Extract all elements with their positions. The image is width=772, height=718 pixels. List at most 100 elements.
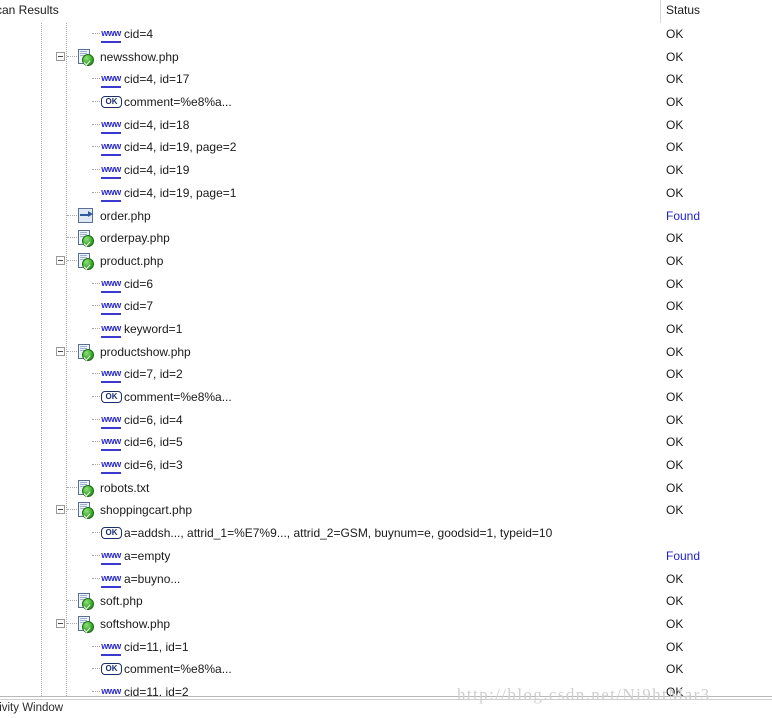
tree-connector xyxy=(92,418,100,421)
tree-connector xyxy=(92,146,100,148)
page-arrow-icon xyxy=(78,207,95,225)
tree-row-status: OK xyxy=(666,276,684,291)
tree-row-label: a=empty xyxy=(124,548,171,563)
tree-row[interactable]: soft.php OK xyxy=(0,590,772,613)
tree-row-label: a=addsh..., attrid_1=%E7%9..., attrid_2=… xyxy=(124,526,553,541)
www-icon: www xyxy=(101,28,121,43)
www-icon: www xyxy=(101,414,121,429)
header-divider-1[interactable] xyxy=(660,0,661,23)
tree-row-status: OK xyxy=(666,480,684,495)
tree-connector xyxy=(92,78,100,80)
column-header-status[interactable]: Status xyxy=(666,3,700,17)
collapse-toggle-icon[interactable] xyxy=(56,505,65,515)
scan-results-tree[interactable]: www cid=4 OK newsshow.php OK www cid=4, id=17 O… xyxy=(0,23,772,696)
tree-row[interactable]: www cid=7 OK xyxy=(0,295,772,318)
tree-connector xyxy=(92,441,100,443)
collapse-toggle-icon[interactable] xyxy=(56,255,65,265)
tree-row[interactable]: www cid=6, id=5 OK xyxy=(0,431,772,454)
tree-row-status: OK xyxy=(666,367,684,382)
www-icon: www xyxy=(101,686,121,696)
tree-row[interactable]: www cid=6, id=4 OK xyxy=(0,409,772,432)
tab-activity-window[interactable]: tivity Window xyxy=(0,702,63,714)
tree-row-label: cid=4, id=18 xyxy=(124,117,190,132)
tree-connector xyxy=(92,396,100,398)
tree-row-status: OK xyxy=(666,684,684,696)
tree-connector xyxy=(67,600,77,602)
collapse-toggle-icon[interactable] xyxy=(56,346,65,356)
www-icon: www xyxy=(101,119,121,134)
activity-window-tabbar: tivity Window xyxy=(0,696,772,718)
tree-row[interactable]: www cid=4, id=17 OK xyxy=(0,68,772,91)
tree-row-status: OK xyxy=(666,390,684,404)
tree-connector xyxy=(92,577,100,580)
tree-row-status: OK xyxy=(666,344,684,359)
tree-row-label: cid=4, id=17 xyxy=(124,72,190,87)
tree-row-status: OK xyxy=(666,49,684,64)
tree-row[interactable]: robots.txt OK xyxy=(0,477,772,500)
tree-connector xyxy=(92,373,100,375)
tree-row-label: softshow.php xyxy=(100,616,171,631)
tree-row-label: order.php xyxy=(100,208,151,223)
tree-row[interactable]: product.php OK xyxy=(0,250,772,273)
page-ok-icon xyxy=(78,502,95,520)
tree-row[interactable]: orderpay.php OK xyxy=(0,227,772,250)
tree-row[interactable]: www cid=7, id=2 OK xyxy=(0,363,772,386)
tree-row[interactable]: www cid=4 OK xyxy=(0,23,772,46)
tree-connector xyxy=(92,123,100,126)
page-ok-icon xyxy=(78,230,95,248)
tree-row[interactable]: productshow.php OK xyxy=(0,341,772,364)
tree-row[interactable]: www a=empty Found xyxy=(0,545,772,568)
tree-connector xyxy=(92,169,100,171)
tree-connector xyxy=(67,350,77,353)
tree-row-status: OK xyxy=(666,571,684,586)
tree-connector xyxy=(92,464,100,466)
collapse-toggle-icon[interactable] xyxy=(56,618,65,628)
tree-row-status: OK xyxy=(666,231,684,246)
tree-connector xyxy=(92,690,100,693)
tree-row[interactable]: OK comment=%e8%a... OK xyxy=(0,386,772,409)
tree-connector xyxy=(67,214,77,217)
tree-row[interactable]: www cid=6 OK xyxy=(0,273,772,296)
tree-connector xyxy=(67,486,77,489)
tree-connector xyxy=(67,259,77,262)
tree-connector xyxy=(67,622,77,625)
www-icon: www xyxy=(101,323,121,338)
tree-row-label: shoppingcart.php xyxy=(100,503,193,518)
tree-connector xyxy=(92,101,100,103)
tree-row-label: cid=6 xyxy=(124,276,154,291)
tree-row[interactable]: www cid=4, id=18 OK xyxy=(0,114,772,137)
tree-connector xyxy=(92,532,100,534)
ok-badge-icon: OK xyxy=(101,527,122,540)
www-icon: www xyxy=(101,141,121,157)
tree-row[interactable]: shoppingcart.php OK xyxy=(0,499,772,522)
tree-row[interactable]: www cid=4, id=19, page=2 OK xyxy=(0,136,772,159)
tree-row[interactable]: softshow.php OK xyxy=(0,613,772,636)
tree-row-status: OK xyxy=(666,72,684,87)
page-ok-icon xyxy=(78,343,95,361)
tree-row-status: OK xyxy=(666,299,684,314)
tree-row-label: cid=4, id=19 xyxy=(124,163,190,178)
tree-row[interactable]: www cid=11, id=1 OK xyxy=(0,636,772,659)
tree-row[interactable]: www cid=11, id=2 OK xyxy=(0,681,772,696)
tree-row-status: OK xyxy=(666,412,684,427)
tree-row[interactable]: www keyword=1 OK xyxy=(0,318,772,341)
tree-row[interactable]: order.php Found xyxy=(0,205,772,228)
www-icon: www xyxy=(101,278,121,293)
tree-row[interactable]: www a=buyno... OK xyxy=(0,568,772,591)
tree-row-status: OK xyxy=(666,321,684,336)
tree-row[interactable]: OK a=addsh..., attrid_1=%E7%9..., attrid_… xyxy=(0,522,772,545)
collapse-toggle-icon[interactable] xyxy=(56,51,65,61)
tree-row[interactable]: newsshow.php OK xyxy=(0,46,772,69)
tree-row[interactable]: www cid=4, id=19 OK xyxy=(0,159,772,182)
tree-row-label: cid=7 xyxy=(124,299,154,314)
tree-row[interactable]: OK comment=%e8%a... OK xyxy=(0,91,772,114)
tree-row-status: OK xyxy=(666,253,684,268)
tree-row[interactable]: OK comment=%e8%a... OK xyxy=(0,658,772,681)
tree-row-label: keyword=1 xyxy=(124,321,183,336)
www-icon: www xyxy=(101,436,121,452)
tree-row[interactable]: www cid=4, id=19, page=1 OK xyxy=(0,182,772,205)
tree-row-label: cid=7, id=2 xyxy=(124,367,183,382)
tree-row[interactable]: www cid=6, id=3 OK xyxy=(0,454,772,477)
tree-row-label: product.php xyxy=(100,253,164,268)
tree-row-status: OK xyxy=(666,458,684,473)
